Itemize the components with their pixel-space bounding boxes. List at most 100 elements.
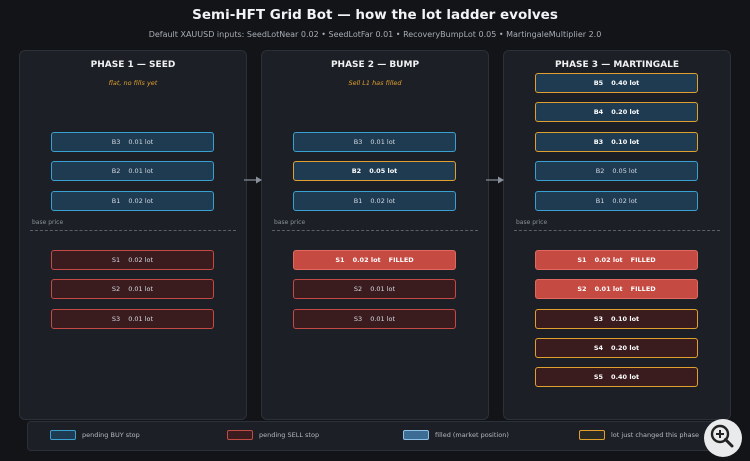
legend-item-sell: pending SELL stop xyxy=(227,430,319,440)
buy-order-b5: B5 0.40 lot xyxy=(535,73,698,93)
order-lot: 0.02 lot xyxy=(370,197,396,205)
base-price-line xyxy=(272,230,478,231)
order-lot: 0.20 lot xyxy=(611,108,640,116)
order-lot: 0.02 lot xyxy=(128,256,154,264)
order-lot: 0.02 lot xyxy=(612,197,638,205)
order-id: S5 xyxy=(593,373,604,381)
order-lot: 0.01 lot xyxy=(128,138,154,146)
filled-tag: FILLED xyxy=(388,256,414,264)
order-id: S1 xyxy=(577,256,587,264)
base-price-line xyxy=(514,230,720,231)
order-lot: 0.20 lot xyxy=(611,344,640,352)
order-lot: 0.01 lot xyxy=(370,138,396,146)
order-id: B3 xyxy=(111,138,121,146)
base-price-label: base price xyxy=(516,219,548,226)
buy-order-b1: B1 0.02 lot xyxy=(535,191,698,211)
order-lot: 0.05 lot xyxy=(369,167,398,175)
diagram-subtitle: Default XAUUSD inputs: SeedLotNear 0.02 … xyxy=(148,30,602,39)
phase-note: Sell L1 has filled xyxy=(348,79,402,87)
sell-order-s2: S2 0.01 lot xyxy=(293,279,456,299)
order-lot: 0.10 lot xyxy=(611,138,640,146)
buy-order-b3: B3 0.01 lot xyxy=(51,132,214,152)
order-lot: 0.02 lot xyxy=(128,197,154,205)
phase-2-panel: PHASE 2 — BUMP Sell L1 has filled base p… xyxy=(261,50,489,420)
legend-item-changed: lot just changed this phase xyxy=(579,430,699,440)
order-lot: 0.40 lot xyxy=(611,79,640,87)
sell-order-s3: S3 0.01 lot xyxy=(51,309,214,329)
order-lot: 0.01 lot xyxy=(370,285,396,293)
sell-order-s2: S2 0.01 lot xyxy=(51,279,214,299)
sell-order-s1: S1 0.02 lot FILLED xyxy=(293,250,456,270)
order-id: B1 xyxy=(353,197,363,205)
order-id: S3 xyxy=(111,315,121,323)
order-lot: 0.01 lot xyxy=(370,315,396,323)
order-id: B2 xyxy=(595,167,605,175)
base-price-label: base price xyxy=(274,219,306,226)
legend-swatch xyxy=(227,430,253,440)
legend-swatch xyxy=(50,430,76,440)
legend-label: pending SELL stop xyxy=(259,431,320,439)
legend-swatch xyxy=(403,430,429,440)
sell-order-s3: S3 0.10 lot xyxy=(535,309,698,329)
phase-1-panel: PHASE 1 — SEED flat, no fills yet base p… xyxy=(19,50,247,420)
order-lot: 0.02 lot xyxy=(594,256,623,264)
order-lot: 0.01 lot xyxy=(128,285,154,293)
legend-label: filled (market position) xyxy=(435,431,509,439)
filled-tag: FILLED xyxy=(630,285,656,293)
order-id: B5 xyxy=(593,79,604,87)
buy-order-b3: B3 0.10 lot xyxy=(535,132,698,152)
buy-order-b2: B2 0.01 lot xyxy=(51,161,214,181)
buy-order-b1: B1 0.02 lot xyxy=(293,191,456,211)
order-id: B2 xyxy=(351,167,362,175)
sell-order-s2: S2 0.01 lot FILLED xyxy=(535,279,698,299)
buy-order-b3: B3 0.01 lot xyxy=(293,132,456,152)
order-lot: 0.01 lot xyxy=(128,167,154,175)
order-id: S2 xyxy=(577,285,587,293)
phase-title: PHASE 2 — BUMP xyxy=(330,60,420,70)
arrow-right-icon xyxy=(244,176,262,184)
order-id: B4 xyxy=(593,108,604,116)
order-lot: 0.01 lot xyxy=(594,285,623,293)
legend-swatch xyxy=(579,430,605,440)
order-id: S2 xyxy=(111,285,121,293)
legend-label: lot just changed this phase xyxy=(611,431,699,439)
order-lot: 0.10 lot xyxy=(611,315,640,323)
legend-label: pending BUY stop xyxy=(82,431,140,439)
order-id: S3 xyxy=(353,315,363,323)
diagram-title: Semi-HFT Grid Bot — how the lot ladder e… xyxy=(192,7,558,23)
phase-title: PHASE 3 — MARTINGALE xyxy=(554,60,680,70)
order-id: B1 xyxy=(111,197,121,205)
phase-title: PHASE 1 — SEED xyxy=(90,60,176,70)
phase-note: flat, no fills yet xyxy=(108,79,158,87)
legend-item-filled: filled (market position) xyxy=(403,430,509,440)
buy-order-b2: B2 0.05 lot xyxy=(535,161,698,181)
buy-order-b4: B4 0.20 lot xyxy=(535,102,698,122)
sell-order-s1: S1 0.02 lot xyxy=(51,250,214,270)
buy-order-b1: B1 0.02 lot xyxy=(51,191,214,211)
legend-item-buy: pending BUY stop xyxy=(50,430,140,440)
sell-order-s1: S1 0.02 lot FILLED xyxy=(535,250,698,270)
base-price-line xyxy=(30,230,236,231)
order-lot: 0.40 lot xyxy=(611,373,640,381)
order-id: B3 xyxy=(593,138,604,146)
order-id: B3 xyxy=(353,138,363,146)
sell-order-s3: S3 0.01 lot xyxy=(293,309,456,329)
arrow-right-icon xyxy=(486,176,504,184)
zoom-in-icon[interactable] xyxy=(703,418,743,458)
order-id: S2 xyxy=(353,285,363,293)
order-id: S3 xyxy=(593,315,604,323)
order-lot: 0.01 lot xyxy=(128,315,154,323)
order-id: B2 xyxy=(111,167,121,175)
order-id: S1 xyxy=(335,256,345,264)
order-lot: 0.02 lot xyxy=(352,256,381,264)
order-lot: 0.05 lot xyxy=(612,167,638,175)
base-price-label: base price xyxy=(32,219,64,226)
sell-order-s5: S5 0.40 lot xyxy=(535,367,698,387)
order-id: B1 xyxy=(595,197,605,205)
filled-tag: FILLED xyxy=(630,256,656,264)
order-id: S1 xyxy=(111,256,121,264)
phase-3-panel: PHASE 3 — MARTINGALE base price B5 0.40 l… xyxy=(503,50,731,420)
order-id: S4 xyxy=(593,344,604,352)
sell-order-s4: S4 0.20 lot xyxy=(535,338,698,358)
buy-order-b2: B2 0.05 lot xyxy=(293,161,456,181)
